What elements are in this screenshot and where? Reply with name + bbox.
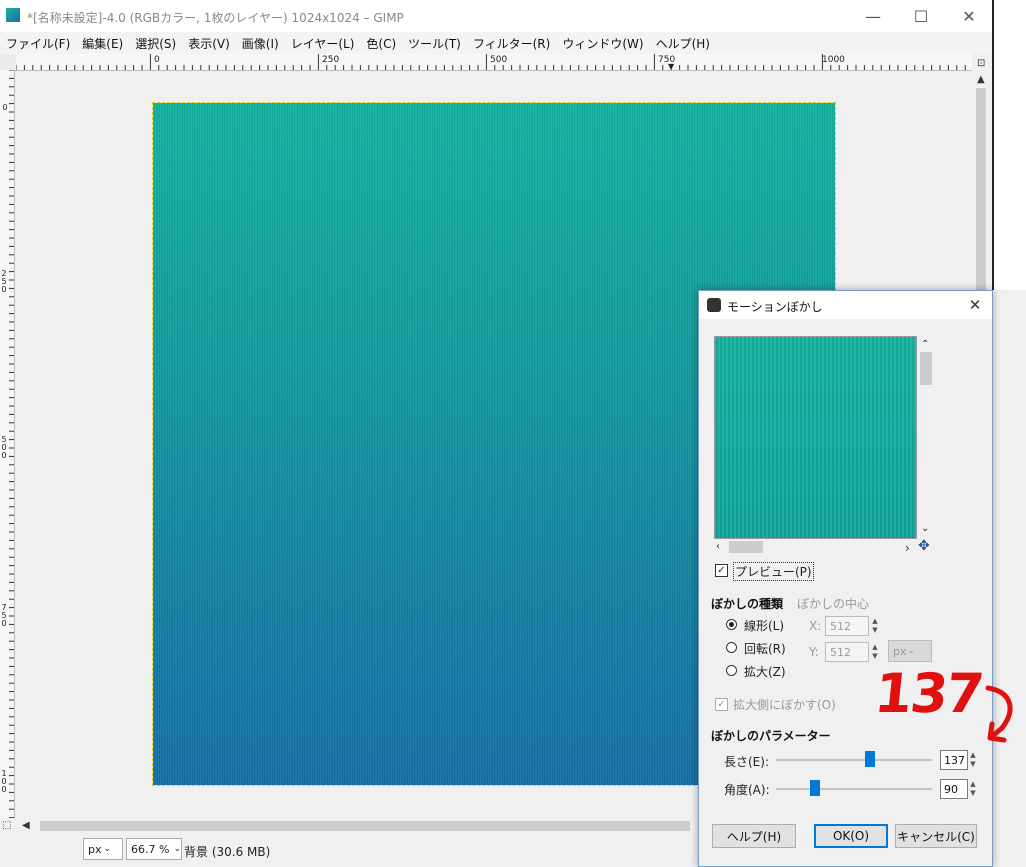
center-y-input[interactable]: 512 [825,642,869,662]
radio-radial-label[interactable]: 回転(R) [744,640,786,657]
menu-edit[interactable]: 編集(E) [76,35,129,52]
ruler-label: 750 [1,603,7,628]
gimp-wilber-icon [707,298,721,312]
minimize-button[interactable]: — [850,0,896,32]
length-label: 長さ(E): [724,755,769,769]
horizontal-ruler[interactable]: 0 250 500 750 1000 ▼ [16,54,972,71]
center-unit-select[interactable]: px ⌄ [888,640,932,662]
scroll-down-icon[interactable]: ⌄ [921,523,929,534]
preview-horizontal-scroll-thumb[interactable] [729,541,763,553]
radio-linear[interactable] [726,619,737,630]
menu-filters[interactable]: フィルター(R) [467,35,556,52]
scroll-left-icon[interactable]: ◀ [22,820,30,831]
menu-tools[interactable]: ツール(T) [402,35,467,52]
scroll-up-icon[interactable]: ▲ [977,74,985,85]
chevron-down-icon: ⌄ [173,844,181,854]
chevron-down-icon: ⌄ [907,646,916,656]
menu-file[interactable]: ファイル(F) [0,35,76,52]
preview-checkbox[interactable]: ✓ [715,564,728,577]
menu-windows[interactable]: ウィンドウ(W) [556,35,649,52]
angle-slider-thumb[interactable] [810,780,820,796]
menu-bar: ファイル(F) 編集(E) 選択(S) 表示(V) 画像(I) レイヤー(L) … [0,32,992,54]
angle-stepper[interactable]: ▲ ▼ [968,779,978,799]
close-button[interactable]: ✕ [946,0,992,32]
length-slider-track[interactable] [776,759,932,761]
dialog-close-button[interactable]: ✕ [963,295,987,315]
chevron-down-icon: ⌄ [103,844,112,854]
ruler-label: 500 [490,55,508,65]
center-y-stepper[interactable]: ▲ ▼ [870,642,880,662]
vertical-scroll-thumb[interactable] [976,88,986,298]
maximize-button[interactable]: ☐ [898,0,944,32]
motion-blur-dialog: モーションぼかし ✕ ⌃ ⌄ ‹ › ✥ ✓ プレビュー(P) ぼかしの種類 ぼ… [698,290,993,867]
zoom-value: 66.7 % [131,842,170,856]
horizontal-scroll-thumb[interactable] [40,821,690,831]
center-y-label: Y: [809,645,819,659]
navigate-icon[interactable]: ⊡ [977,58,985,69]
blur-center-title: ぼかしの中心 [797,597,870,611]
angle-label: 角度(A): [724,783,770,797]
menu-colors[interactable]: 色(C) [360,35,402,52]
length-stepper[interactable]: ▲ ▼ [968,750,978,770]
background-window-edge [992,0,1026,290]
length-input[interactable]: 137 [940,750,968,770]
ruler-label: 250 [1,269,7,294]
ok-button[interactable]: OK(O) [814,824,888,848]
vertical-ruler[interactable]: 0 250 500 750 100 [0,70,15,818]
blur-type-title: ぼかしの種類 [711,597,784,611]
ruler-label: 1000 [822,55,845,65]
length-slider-thumb[interactable] [864,751,875,767]
cancel-button[interactable]: キャンセル(C) [895,824,977,848]
unit-select[interactable]: px ⌄ [83,838,123,860]
radio-zoom[interactable] [726,665,737,676]
menu-view[interactable]: 表示(V) [182,35,236,52]
ruler-label: 0 [154,55,160,65]
menu-select[interactable]: 選択(S) [129,35,182,52]
center-x-input[interactable]: 512 [825,616,869,636]
unit-value: px [88,842,102,856]
ruler-pointer-icon: ▼ [668,62,675,71]
layer-info: 背景 (30.6 MB) [184,845,271,859]
zoom-select[interactable]: 66.7 % ⌄ [126,838,182,860]
center-unit-value: px [893,644,907,658]
menu-help[interactable]: ヘルプ(H) [650,35,716,52]
handwritten-annotation: 137 [871,662,986,725]
ruler-label: 500 [1,435,7,460]
preview-label[interactable]: プレビュー(P) [733,562,814,581]
blur-params-title: ぼかしのパラメーター [711,729,831,743]
center-x-stepper[interactable]: ▲ ▼ [870,616,880,636]
radio-radial[interactable] [726,642,737,653]
window-title: *[名称未設定]-4.0 (RGBカラー, 1枚のレイヤー) 1024x1024… [27,11,404,25]
angle-input[interactable]: 90 [940,779,968,799]
help-button[interactable]: ヘルプ(H) [712,824,796,848]
annotation-arrow-icon [985,685,1013,743]
preview-area[interactable] [714,336,917,539]
quick-mask-icon[interactable]: ⬚ [2,820,11,831]
blur-outward-label[interactable]: 拡大側にぼかす(O) [733,696,836,713]
radio-zoom-label[interactable]: 拡大(Z) [744,663,786,680]
ruler-label: 0 [2,103,8,112]
radio-linear-label[interactable]: 線形(L) [744,617,784,634]
menu-layer[interactable]: レイヤー(L) [285,35,361,52]
scroll-left-icon[interactable]: ‹ [716,541,720,552]
ruler-label: 250 [322,55,340,65]
navigate-icon[interactable]: ✥ [918,538,930,554]
angle-slider-track[interactable] [776,788,932,790]
blur-outward-checkbox[interactable]: ✓ [715,698,728,711]
dialog-title: モーションぼかし [727,300,823,314]
preview-vertical-scroll-thumb[interactable] [920,352,932,385]
menu-image[interactable]: 画像(I) [236,35,285,52]
center-x-label: X: [809,619,822,633]
ruler-corner[interactable] [0,54,17,71]
gimp-app-icon [6,8,20,22]
ruler-label: 100 [1,769,7,794]
scroll-up-icon[interactable]: ⌃ [921,339,929,350]
scroll-right-icon[interactable]: › [905,541,910,555]
